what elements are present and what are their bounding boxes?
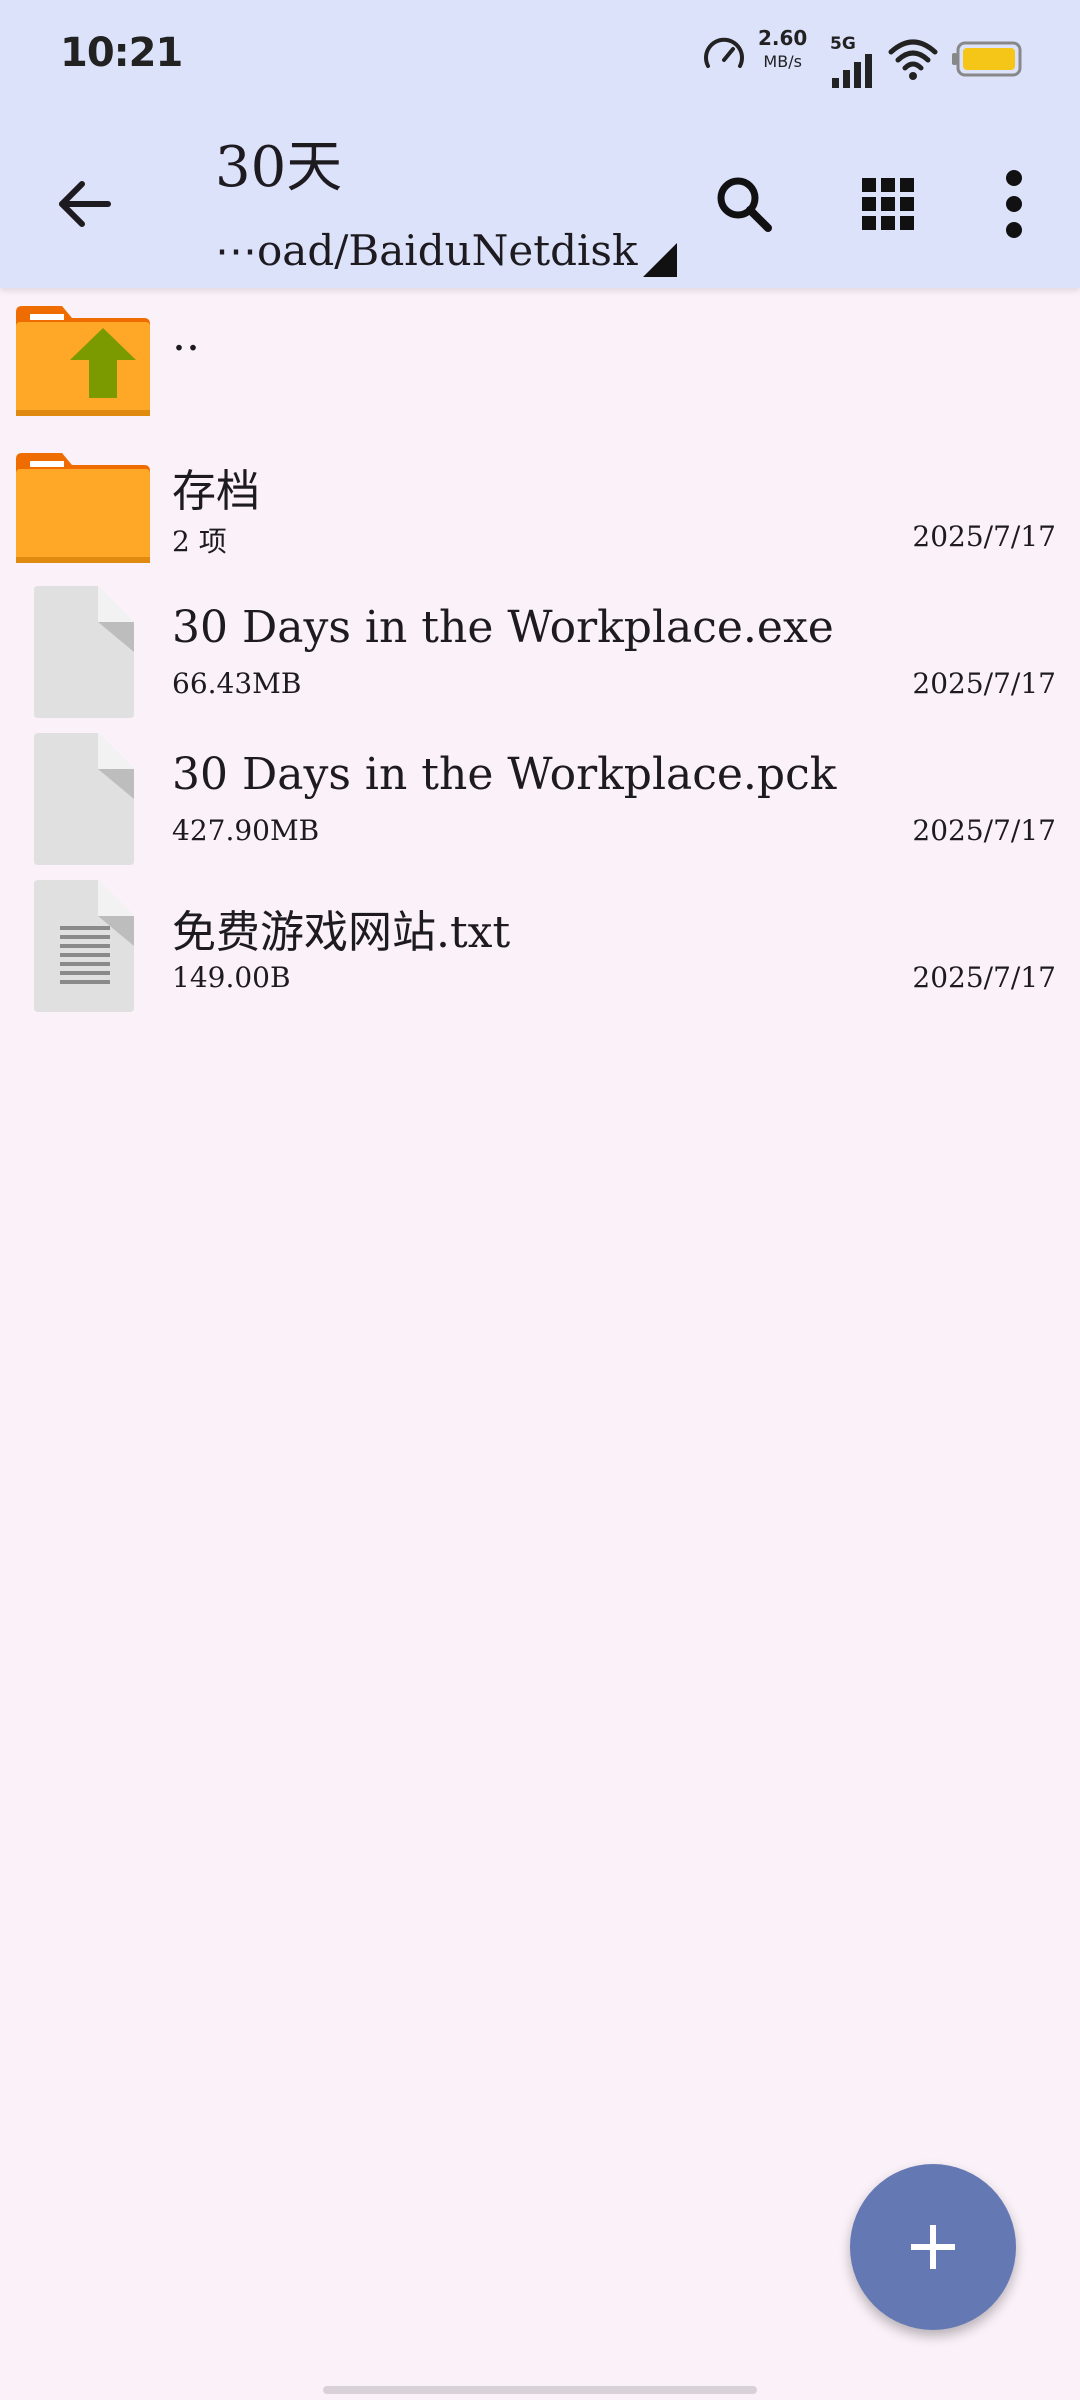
status-time: 10:21 [60, 30, 183, 76]
file-date: 2025/7/17 [912, 520, 1056, 553]
gesture-navigation-bar[interactable] [323, 2386, 757, 2394]
list-item-file[interactable]: 免费游戏网站.txt 149.00B 2025/7/17 [0, 876, 1080, 1023]
folder-icon [16, 453, 150, 563]
file-meta: 2 项 [172, 525, 227, 558]
wifi-icon [888, 39, 938, 80]
back-button[interactable] [48, 168, 120, 240]
top-app-bar: 10:21 2.60 MB/s 5G 30天 ⋯oad/BaiduNetdisk [0, 0, 1080, 288]
plus-icon [911, 2225, 955, 2269]
text-file-icon [34, 880, 134, 1012]
file-date: 2025/7/17 [912, 814, 1056, 847]
file-date: 2025/7/17 [912, 667, 1056, 700]
list-item-folder[interactable]: 存档 2 项 2025/7/17 [0, 435, 1080, 582]
file-meta: 66.43MB [172, 667, 302, 700]
add-fab-button[interactable] [850, 2164, 1016, 2330]
search-icon [717, 177, 772, 232]
title-block: 30天 [215, 140, 342, 196]
grid-icon [862, 178, 914, 230]
dropdown-triangle-icon [643, 243, 678, 277]
net-speed: 2.60 MB/s [758, 28, 807, 70]
folder-title: 30天 [215, 135, 343, 200]
folder-up-icon [16, 306, 150, 416]
list-item-file[interactable]: 30 Days in the Workplace.exe 66.43MB 202… [0, 582, 1080, 729]
speedometer-icon [704, 37, 744, 68]
network-type-label: 5G [830, 34, 856, 54]
file-meta: 149.00B [172, 961, 291, 994]
folder-path: ⋯oad/BaiduNetdisk [215, 225, 638, 275]
battery-icon [952, 41, 1022, 77]
file-icon [34, 586, 134, 718]
more-options-button[interactable] [978, 168, 1050, 240]
more-vert-icon [1006, 170, 1022, 238]
file-name: 免费游戏网站.txt [172, 907, 511, 958]
status-icons: 2.60 MB/s 5G [700, 22, 1080, 92]
file-meta: 427.90MB [172, 814, 320, 847]
arrow-back-icon [59, 181, 111, 227]
net-speed-unit: MB/s [763, 52, 802, 71]
cellular-signal-icon [832, 54, 872, 88]
net-speed-value: 2.60 [758, 26, 808, 50]
search-button[interactable] [708, 168, 780, 240]
file-name: 30 Days in the Workplace.exe [172, 602, 834, 653]
grid-view-button[interactable] [852, 168, 924, 240]
file-date: 2025/7/17 [912, 961, 1056, 994]
list-item-file[interactable]: 30 Days in the Workplace.pck 427.90MB 20… [0, 729, 1080, 876]
file-name: 存档 [172, 466, 260, 517]
path-selector[interactable]: ⋯oad/BaiduNetdisk [215, 220, 678, 280]
file-name: .. [172, 310, 200, 361]
file-icon [34, 733, 134, 865]
file-name: 30 Days in the Workplace.pck [172, 749, 837, 800]
list-item-parent-folder[interactable]: .. [0, 288, 1080, 435]
